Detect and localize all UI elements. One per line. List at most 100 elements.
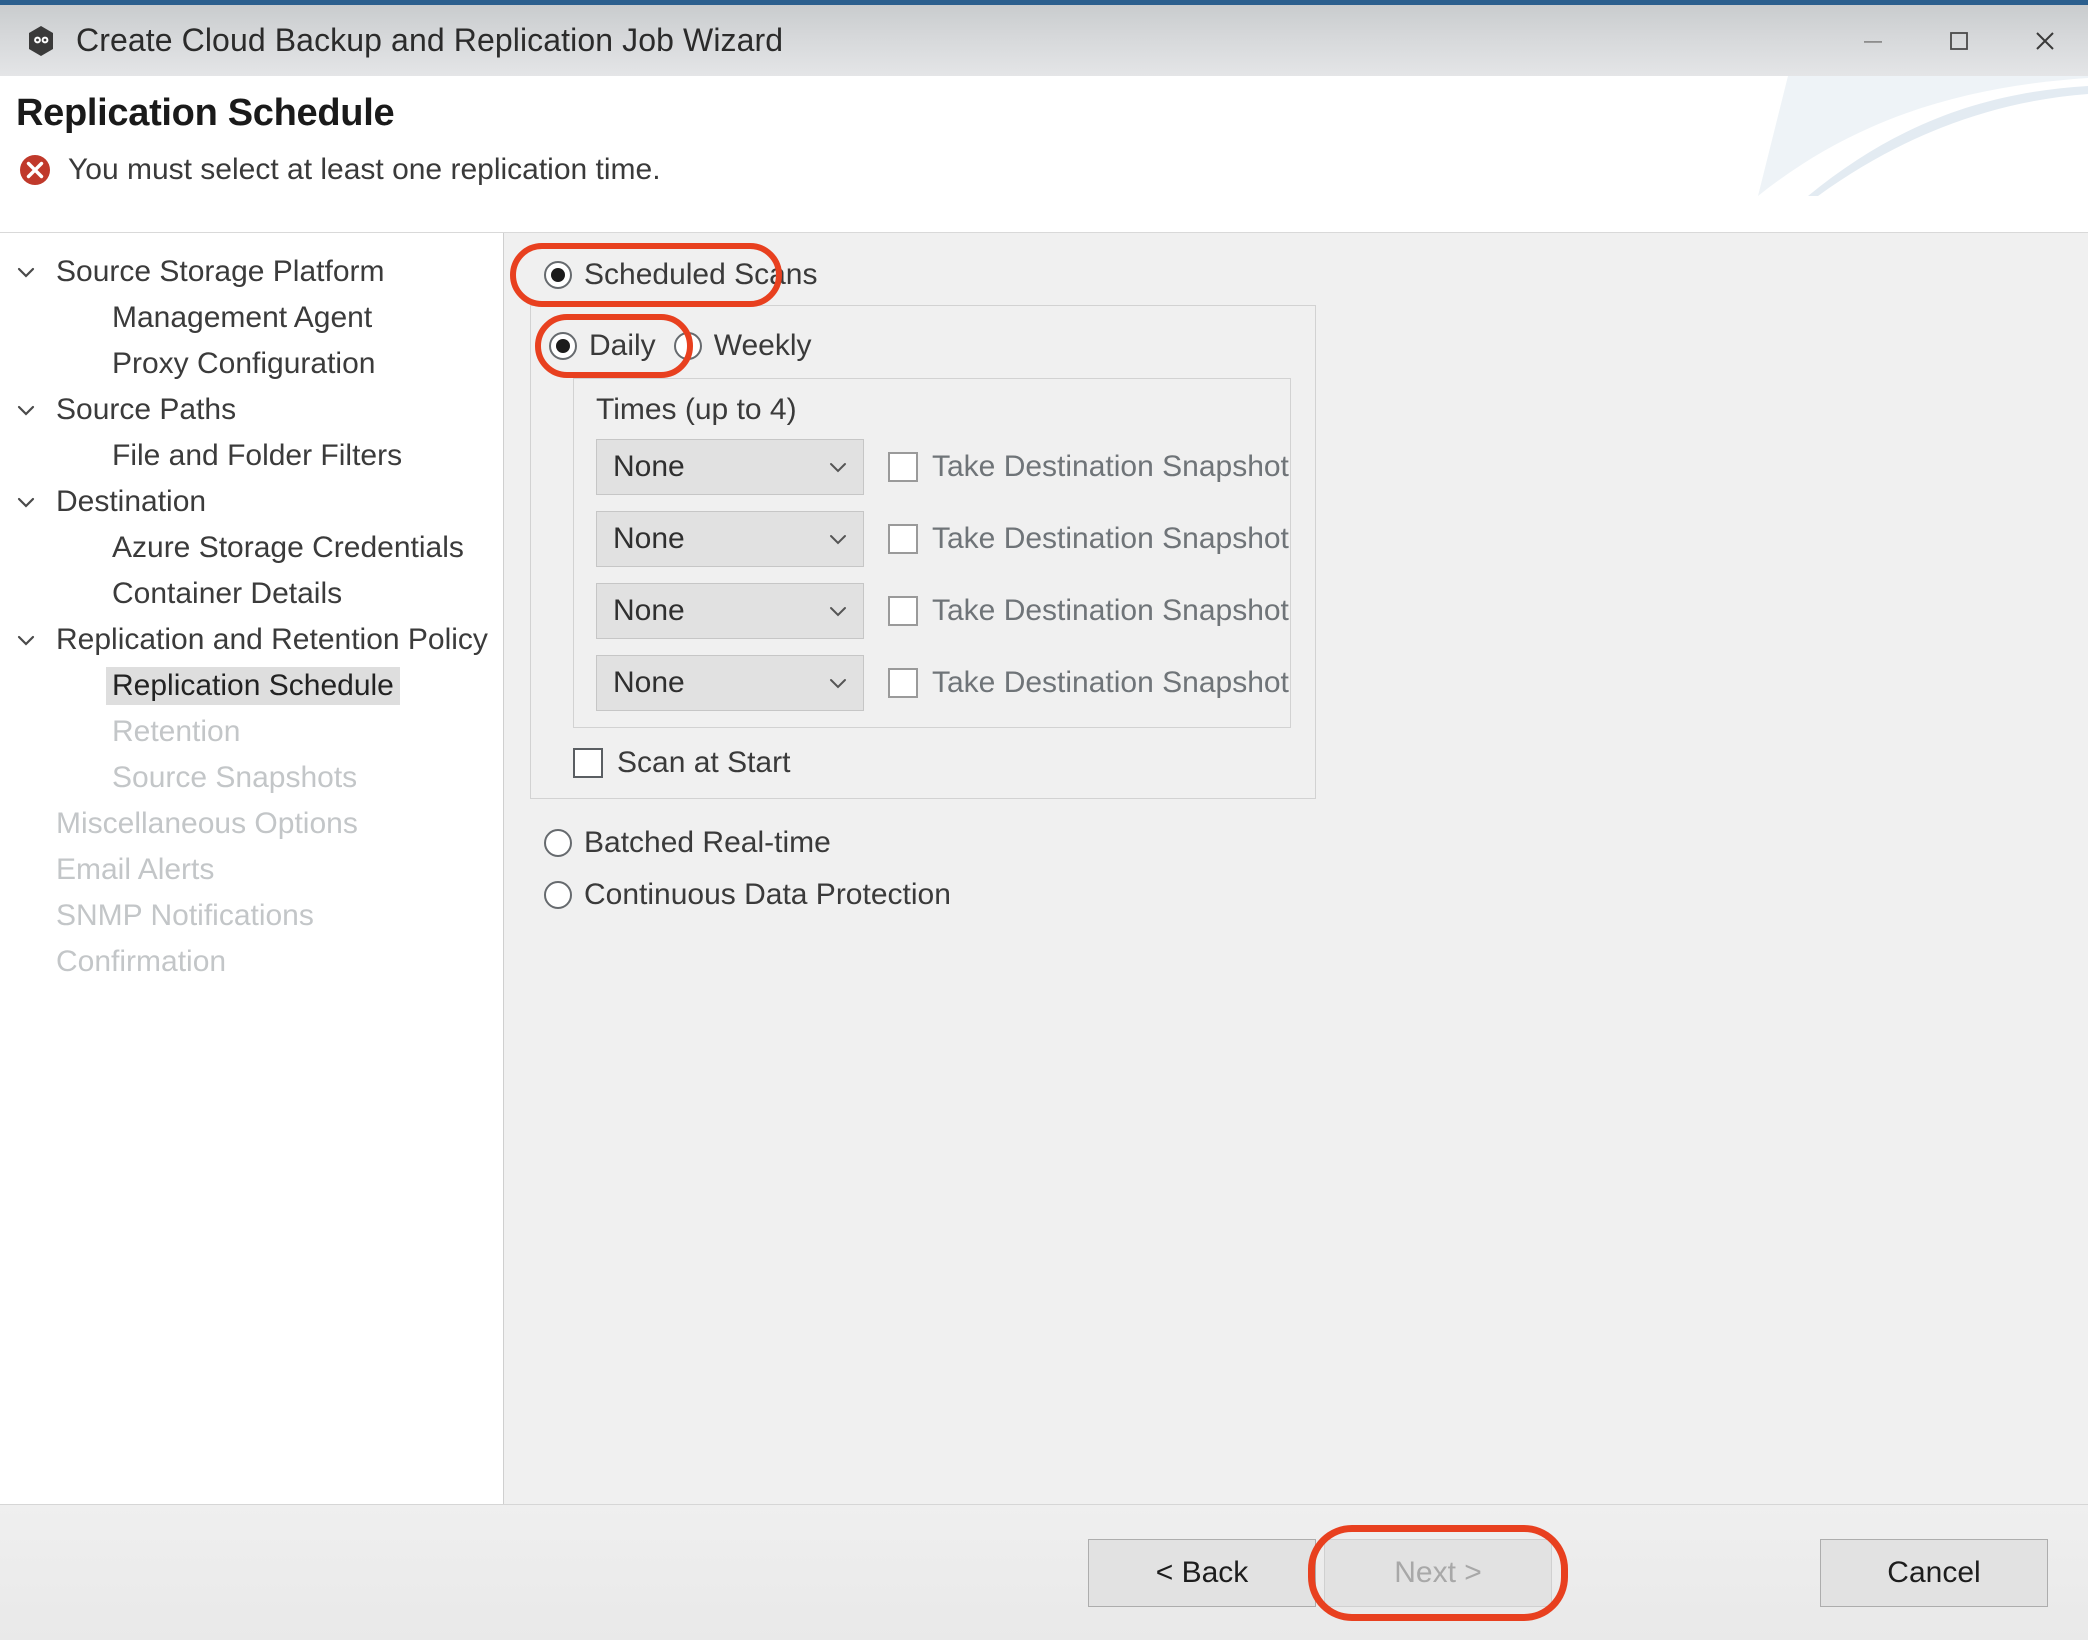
sidebar-item-confirmation: Confirmation: [0, 939, 503, 985]
sidebar-item-file-and-folder-filters[interactable]: File and Folder Filters: [0, 433, 503, 479]
radio-daily[interactable]: Daily: [549, 324, 656, 368]
chevron-down-icon: [14, 490, 50, 514]
sidebar-item-label: Proxy Configuration: [112, 347, 376, 380]
sidebar-item-destination[interactable]: Destination: [0, 479, 503, 525]
sidebar-item-replication-schedule[interactable]: Replication Schedule: [0, 663, 503, 709]
sidebar-item-label: Email Alerts: [56, 853, 215, 886]
sidebar-item-label: Management Agent: [112, 301, 373, 334]
sidebar-item-snmp-notifications: SNMP Notifications: [0, 893, 503, 939]
sidebar-item-label: Source Paths: [56, 393, 237, 426]
error-message: You must select at least one replication…: [68, 153, 661, 186]
radio-label-continuous-data-protection: Continuous Data Protection: [584, 878, 951, 911]
sidebar-item-label: File and Folder Filters: [112, 439, 403, 472]
checkbox-scan-at-start[interactable]: [573, 748, 603, 778]
times-group: Times (up to 4) None Take Destination Sn…: [573, 378, 1291, 728]
sidebar-item-source-paths[interactable]: Source Paths: [0, 387, 503, 433]
radio-indicator-continuous-data-protection[interactable]: [544, 881, 572, 909]
title-bar: Create Cloud Backup and Replication Job …: [0, 0, 2088, 76]
sidebar-item-source-storage-platform[interactable]: Source Storage Platform: [0, 249, 503, 295]
sidebar-item-replication-and-retention-policy[interactable]: Replication and Retention Policy: [0, 617, 503, 663]
sidebar-item-source-snapshots: Source Snapshots: [0, 755, 503, 801]
error-circle-x-icon: [16, 151, 54, 189]
radio-indicator-weekly[interactable]: [673, 332, 702, 360]
time-row: None Take Destination Snapshot: [596, 583, 1290, 639]
take-destination-snapshot-2[interactable]: Take Destination Snapshot: [888, 522, 1289, 556]
checkbox-label-scan-at-start: Scan at Start: [617, 746, 791, 779]
time-select-value: None: [613, 666, 685, 699]
back-button[interactable]: < Back: [1088, 1538, 1316, 1607]
radio-indicator-batched-real-time[interactable]: [544, 829, 572, 857]
times-group-title: Times (up to 4): [596, 393, 797, 426]
radio-label-daily: Daily: [589, 329, 656, 362]
time-row: None Take Destination Snapshot: [596, 439, 1290, 495]
sidebar-item-label: Source Storage Platform: [56, 255, 385, 288]
page-header: Replication Schedule You must select at …: [0, 76, 2088, 232]
checkbox-label: Take Destination Snapshot: [932, 594, 1289, 627]
time-select-3[interactable]: None: [596, 583, 864, 639]
chevron-down-icon: [14, 260, 50, 284]
checkbox-take-destination-snapshot[interactable]: [888, 596, 918, 626]
minimize-icon[interactable]: [1830, 5, 1916, 76]
chevron-down-icon: [825, 670, 851, 696]
chevron-down-icon: [14, 628, 50, 652]
radio-label-weekly: Weekly: [713, 329, 812, 362]
sidebar-item-label: Replication Schedule: [106, 667, 400, 705]
error-banner: You must select at least one replication…: [16, 151, 2088, 189]
sidebar-item-proxy-configuration[interactable]: Proxy Configuration: [0, 341, 503, 387]
time-select-2[interactable]: None: [596, 511, 864, 567]
checkbox-take-destination-snapshot[interactable]: [888, 452, 918, 482]
sidebar-item-label: Replication and Retention Policy: [56, 623, 488, 656]
title-bar-left: Create Cloud Backup and Replication Job …: [0, 22, 783, 59]
time-select-value: None: [613, 594, 685, 627]
sidebar-item-label: Retention: [112, 715, 241, 748]
replication-mode-options: Batched Real-time Continuous Data Protec…: [544, 817, 2088, 921]
checkbox-label: Take Destination Snapshot: [932, 666, 1289, 699]
window-title: Create Cloud Backup and Replication Job …: [76, 22, 784, 58]
sidebar-item-label: Container Details: [112, 577, 343, 610]
time-select-1[interactable]: None: [596, 439, 864, 495]
take-destination-snapshot-3[interactable]: Take Destination Snapshot: [888, 594, 1289, 628]
take-destination-snapshot-4[interactable]: Take Destination Snapshot: [888, 666, 1289, 700]
chevron-down-icon: [825, 454, 851, 480]
checkbox-label: Take Destination Snapshot: [932, 522, 1289, 555]
time-select-4[interactable]: None: [596, 655, 864, 711]
radio-label-batched-real-time: Batched Real-time: [584, 826, 831, 859]
sidebar-item-label: Source Snapshots: [112, 761, 358, 794]
window-controls: [1830, 5, 2088, 76]
wizard-step-nav: Source Storage Platform Management Agent…: [0, 233, 504, 1504]
next-button[interactable]: Next >: [1324, 1538, 1552, 1607]
radio-indicator-daily[interactable]: [549, 332, 577, 360]
close-icon[interactable]: [2002, 5, 2088, 76]
radio-continuous-data-protection[interactable]: Continuous Data Protection: [544, 869, 2088, 921]
wizard-window: Create Cloud Backup and Replication Job …: [0, 0, 2088, 1640]
scan-at-start-row[interactable]: Scan at Start: [573, 746, 1315, 780]
sidebar-item-retention: Retention: [0, 709, 503, 755]
checkbox-take-destination-snapshot[interactable]: [888, 668, 918, 698]
time-select-value: None: [613, 450, 685, 483]
sidebar-item-label: Azure Storage Credentials: [112, 531, 464, 564]
radio-scheduled-scans[interactable]: Scheduled Scans: [544, 253, 2088, 297]
sidebar-item-label: Destination: [56, 485, 207, 518]
sidebar-item-azure-storage-credentials[interactable]: Azure Storage Credentials: [0, 525, 503, 571]
radio-indicator-scheduled-scans[interactable]: [544, 261, 572, 289]
radio-batched-real-time[interactable]: Batched Real-time: [544, 817, 2088, 869]
chevron-down-icon: [825, 526, 851, 552]
sidebar-item-miscellaneous-options: Miscellaneous Options: [0, 801, 503, 847]
checkbox-take-destination-snapshot[interactable]: [888, 524, 918, 554]
radio-weekly[interactable]: Weekly: [673, 324, 812, 368]
replication-schedule-panel: Scheduled Scans Daily Weekly Times (up t…: [504, 233, 2088, 1504]
sidebar-item-container-details[interactable]: Container Details: [0, 571, 503, 617]
cloud-backup-icon: [24, 24, 58, 58]
cancel-button[interactable]: Cancel: [1820, 1538, 2048, 1607]
sidebar-item-label: Confirmation: [56, 945, 227, 978]
sidebar-item-email-alerts: Email Alerts: [0, 847, 503, 893]
radio-label-scheduled-scans: Scheduled Scans: [584, 258, 818, 291]
maximize-icon[interactable]: [1916, 5, 2002, 76]
checkbox-label: Take Destination Snapshot: [932, 450, 1289, 483]
sidebar-item-management-agent[interactable]: Management Agent: [0, 295, 503, 341]
time-row: None Take Destination Snapshot: [596, 655, 1290, 711]
time-row: None Take Destination Snapshot: [596, 511, 1290, 567]
take-destination-snapshot-1[interactable]: Take Destination Snapshot: [888, 450, 1289, 484]
wizard-footer: < Back Next > Cancel: [0, 1504, 2088, 1640]
frequency-radio-group: Daily Weekly: [535, 314, 1315, 378]
